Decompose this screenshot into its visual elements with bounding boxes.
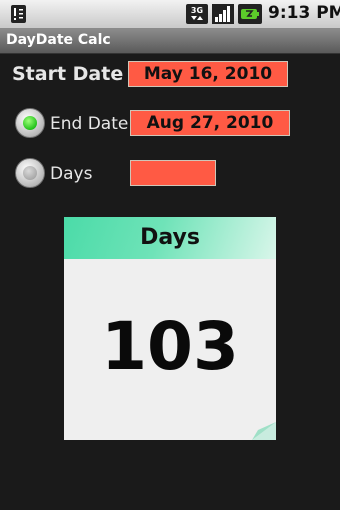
end-date-label: End Date xyxy=(50,114,129,134)
notification-icon xyxy=(11,5,26,23)
start-date-field[interactable]: May 16, 2010 xyxy=(128,61,288,87)
radio-selected-indicator xyxy=(23,116,37,130)
days-radio[interactable] xyxy=(15,158,45,188)
radio-unselected-indicator xyxy=(23,166,37,180)
result-card: Days 103 xyxy=(64,217,276,440)
page-curl-icon xyxy=(252,422,276,440)
signal-icon xyxy=(212,4,234,24)
end-date-radio[interactable] xyxy=(15,108,45,138)
app-title: DayDate Calc xyxy=(6,32,111,48)
status-bar: 3G 9:13 PM xyxy=(0,0,340,29)
start-date-label: Start Date xyxy=(12,63,124,85)
network-3g-icon: 3G xyxy=(186,4,208,24)
app-title-bar: DayDate Calc xyxy=(0,29,340,54)
status-time: 9:13 PM xyxy=(268,3,340,23)
svg-text:3G: 3G xyxy=(191,6,203,15)
battery-icon xyxy=(238,4,262,24)
result-days-value: 103 xyxy=(101,308,239,385)
days-label: Days xyxy=(50,164,93,184)
result-card-title: Days xyxy=(64,217,276,259)
end-date-field[interactable]: Aug 27, 2010 xyxy=(130,110,290,136)
days-field[interactable] xyxy=(130,160,216,186)
